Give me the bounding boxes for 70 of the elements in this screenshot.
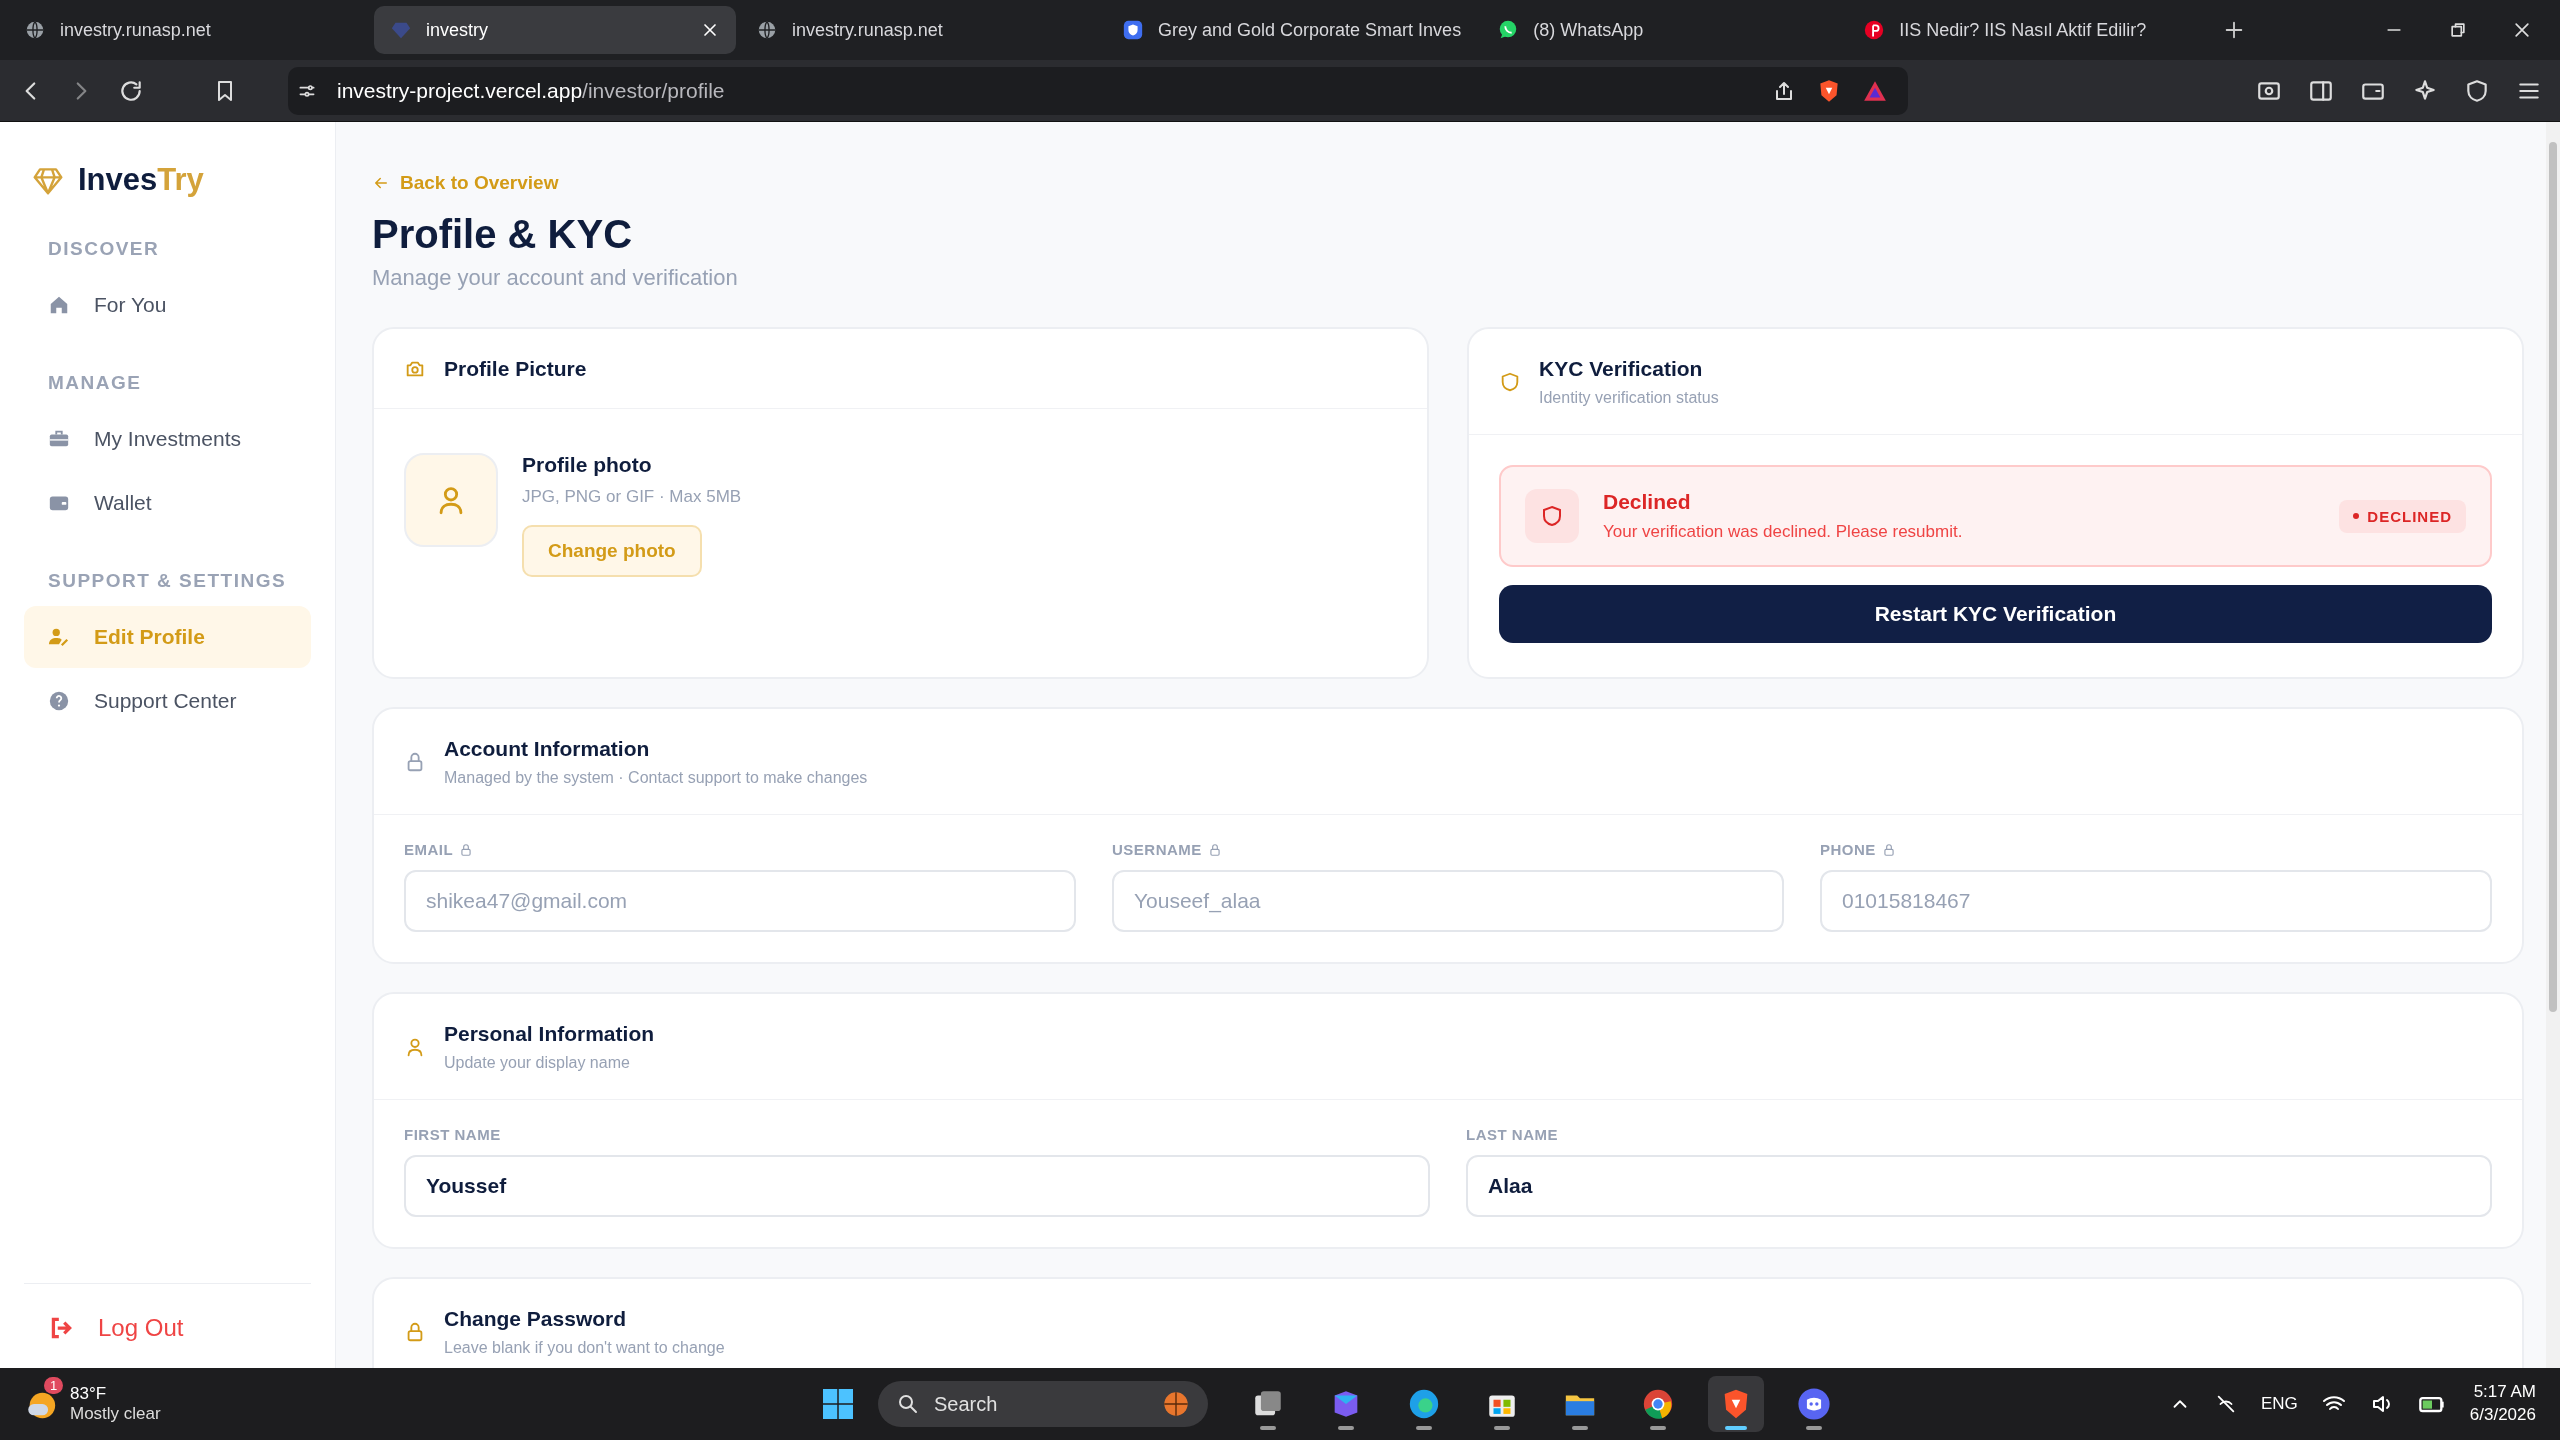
scrollbar-thumb[interactable] <box>2549 142 2557 1012</box>
status-message: Your verification was declined. Please resubmit. <box>1603 522 1963 542</box>
field-label: FIRST NAME <box>404 1126 501 1143</box>
round-browser-icon <box>1641 1387 1675 1421</box>
page-title: Profile & KYC <box>372 212 634 257</box>
card-title: KYC Verification <box>1539 356 1704 381</box>
taskbar-app[interactable] <box>1708 1376 1764 1432</box>
nav-item[interactable]: My Investments <box>24 408 311 470</box>
restart-kyc-button[interactable]: Restart KYC Verification <box>1499 585 2492 643</box>
input-field[interactable]: Youssef <box>404 1155 1430 1217</box>
shield-icon <box>1499 370 1521 393</box>
card-title: Account Information <box>444 736 651 761</box>
card-subtitle: Identity verification status <box>1539 388 1719 407</box>
weather-text: Mostly clear <box>70 1404 161 1424</box>
temperature: 83°F <box>70 1384 108 1404</box>
browser-tab[interactable]: IIS Nedir? IIS Nasıl Aktif Edilir? <box>1847 6 2210 54</box>
nav-item[interactable]: For You <box>24 274 311 336</box>
scrollbar[interactable] <box>2546 122 2560 1368</box>
field-label: PHONE <box>1820 841 1876 858</box>
globe-icon <box>24 19 46 41</box>
shield-icon[interactable] <box>2464 77 2490 104</box>
logout-button[interactable]: Log Out <box>24 1283 311 1342</box>
lock-icon <box>459 842 474 857</box>
taskbar-search[interactable]: Search <box>878 1381 1208 1427</box>
field-label: USERNAME <box>1112 841 1202 858</box>
section-heading: SUPPORT & SETTINGS <box>47 569 288 593</box>
browser-tab[interactable]: investry <box>374 6 736 54</box>
nav-item[interactable]: Support Center <box>24 670 311 732</box>
section-heading: DISCOVER <box>47 237 161 261</box>
card-title: Profile Picture <box>444 356 587 381</box>
card-subtitle: Update your display name <box>444 1053 631 1072</box>
notification-badge: 1 <box>44 1377 64 1394</box>
home-icon <box>48 294 70 316</box>
section-heading: MANAGE <box>47 371 143 395</box>
browser-tab[interactable]: (8) WhatsApp <box>1481 6 1844 54</box>
clock-date[interactable]: 6/3/2026 <box>2469 1404 2536 1427</box>
status-title: Declined <box>1603 490 1692 514</box>
user-edit-icon <box>48 626 70 648</box>
photo-title: Profile photo <box>522 453 653 477</box>
logo-text: InvesTry <box>78 162 204 198</box>
browser-tab[interactable]: Grey and Gold Corporate Smart Inves <box>1106 6 1478 54</box>
language-indicator[interactable]: ENG <box>2260 1394 2298 1414</box>
clock-time[interactable]: 5:17 AM <box>2469 1381 2536 1404</box>
lock-icon <box>1881 842 1896 857</box>
globe-icon <box>756 19 778 41</box>
dot-icon <box>2353 513 2360 519</box>
pin-logo-icon <box>1863 19 1886 41</box>
restore-icon[interactable] <box>2448 20 2468 40</box>
card-title: Change Password <box>444 1306 628 1331</box>
ball-icon <box>1162 1390 1190 1418</box>
windows-start-icon[interactable] <box>820 1386 856 1422</box>
shield-icon <box>1540 504 1564 528</box>
photo-hint: JPG, PNG or GIF · Max 5MB <box>522 487 742 507</box>
close-icon[interactable] <box>2512 20 2532 40</box>
lock-icon <box>1207 842 1222 857</box>
help-icon <box>48 690 70 712</box>
browser-tab[interactable]: investry.runasp.net <box>8 6 370 54</box>
status-badge: DECLINED <box>2339 499 2466 533</box>
search-icon <box>896 1392 920 1416</box>
weather-widget[interactable]: 1 83°F Mostly clear <box>24 1371 324 1437</box>
card-subtitle: Leave blank if you don't want to change <box>444 1338 725 1357</box>
page-subtitle: Manage your account and verification <box>372 265 739 291</box>
shield-app-icon <box>1122 19 1144 41</box>
field-label: EMAIL <box>404 841 454 858</box>
field-label: LAST NAME <box>1466 1126 1558 1143</box>
card-subtitle: Managed by the system · Contact support to make changes <box>444 768 868 787</box>
card-title: Personal Information <box>444 1021 655 1046</box>
browser-tab[interactable]: investry.runasp.net <box>740 6 1102 54</box>
input-field[interactable]: Alaa <box>1466 1155 2492 1217</box>
nav-item[interactable]: Wallet <box>24 472 311 534</box>
